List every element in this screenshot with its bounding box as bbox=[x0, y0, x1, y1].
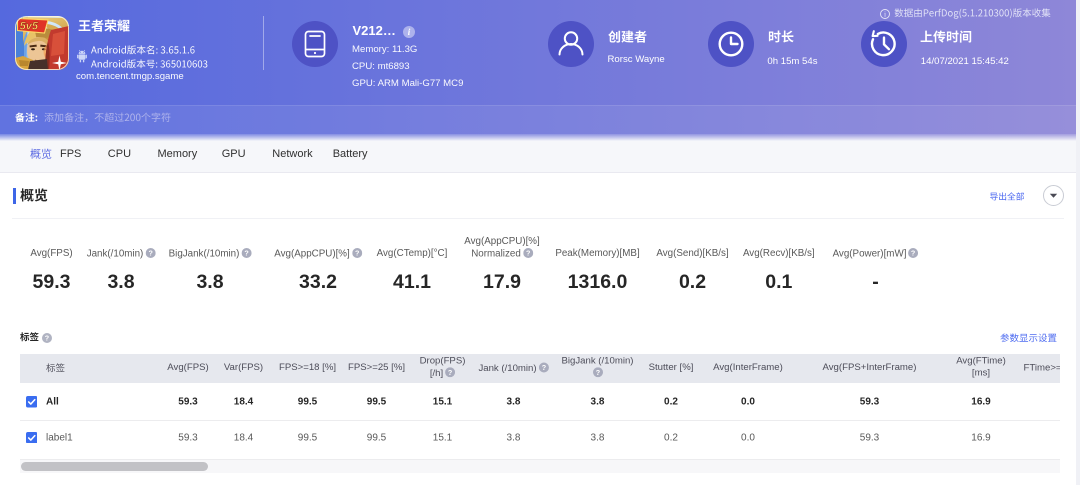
svg-text:?: ? bbox=[541, 363, 545, 372]
svg-text:?: ? bbox=[45, 333, 49, 342]
svg-text:i: i bbox=[883, 10, 885, 19]
svg-text:5v5: 5v5 bbox=[20, 21, 39, 33]
svg-text:?: ? bbox=[526, 248, 530, 257]
svg-text:?: ? bbox=[148, 248, 152, 257]
svg-text:?: ? bbox=[244, 248, 248, 257]
svg-text:?: ? bbox=[448, 368, 452, 377]
svg-text:?: ? bbox=[596, 368, 600, 377]
svg-text:?: ? bbox=[355, 248, 359, 257]
svg-text:?: ? bbox=[911, 248, 915, 257]
